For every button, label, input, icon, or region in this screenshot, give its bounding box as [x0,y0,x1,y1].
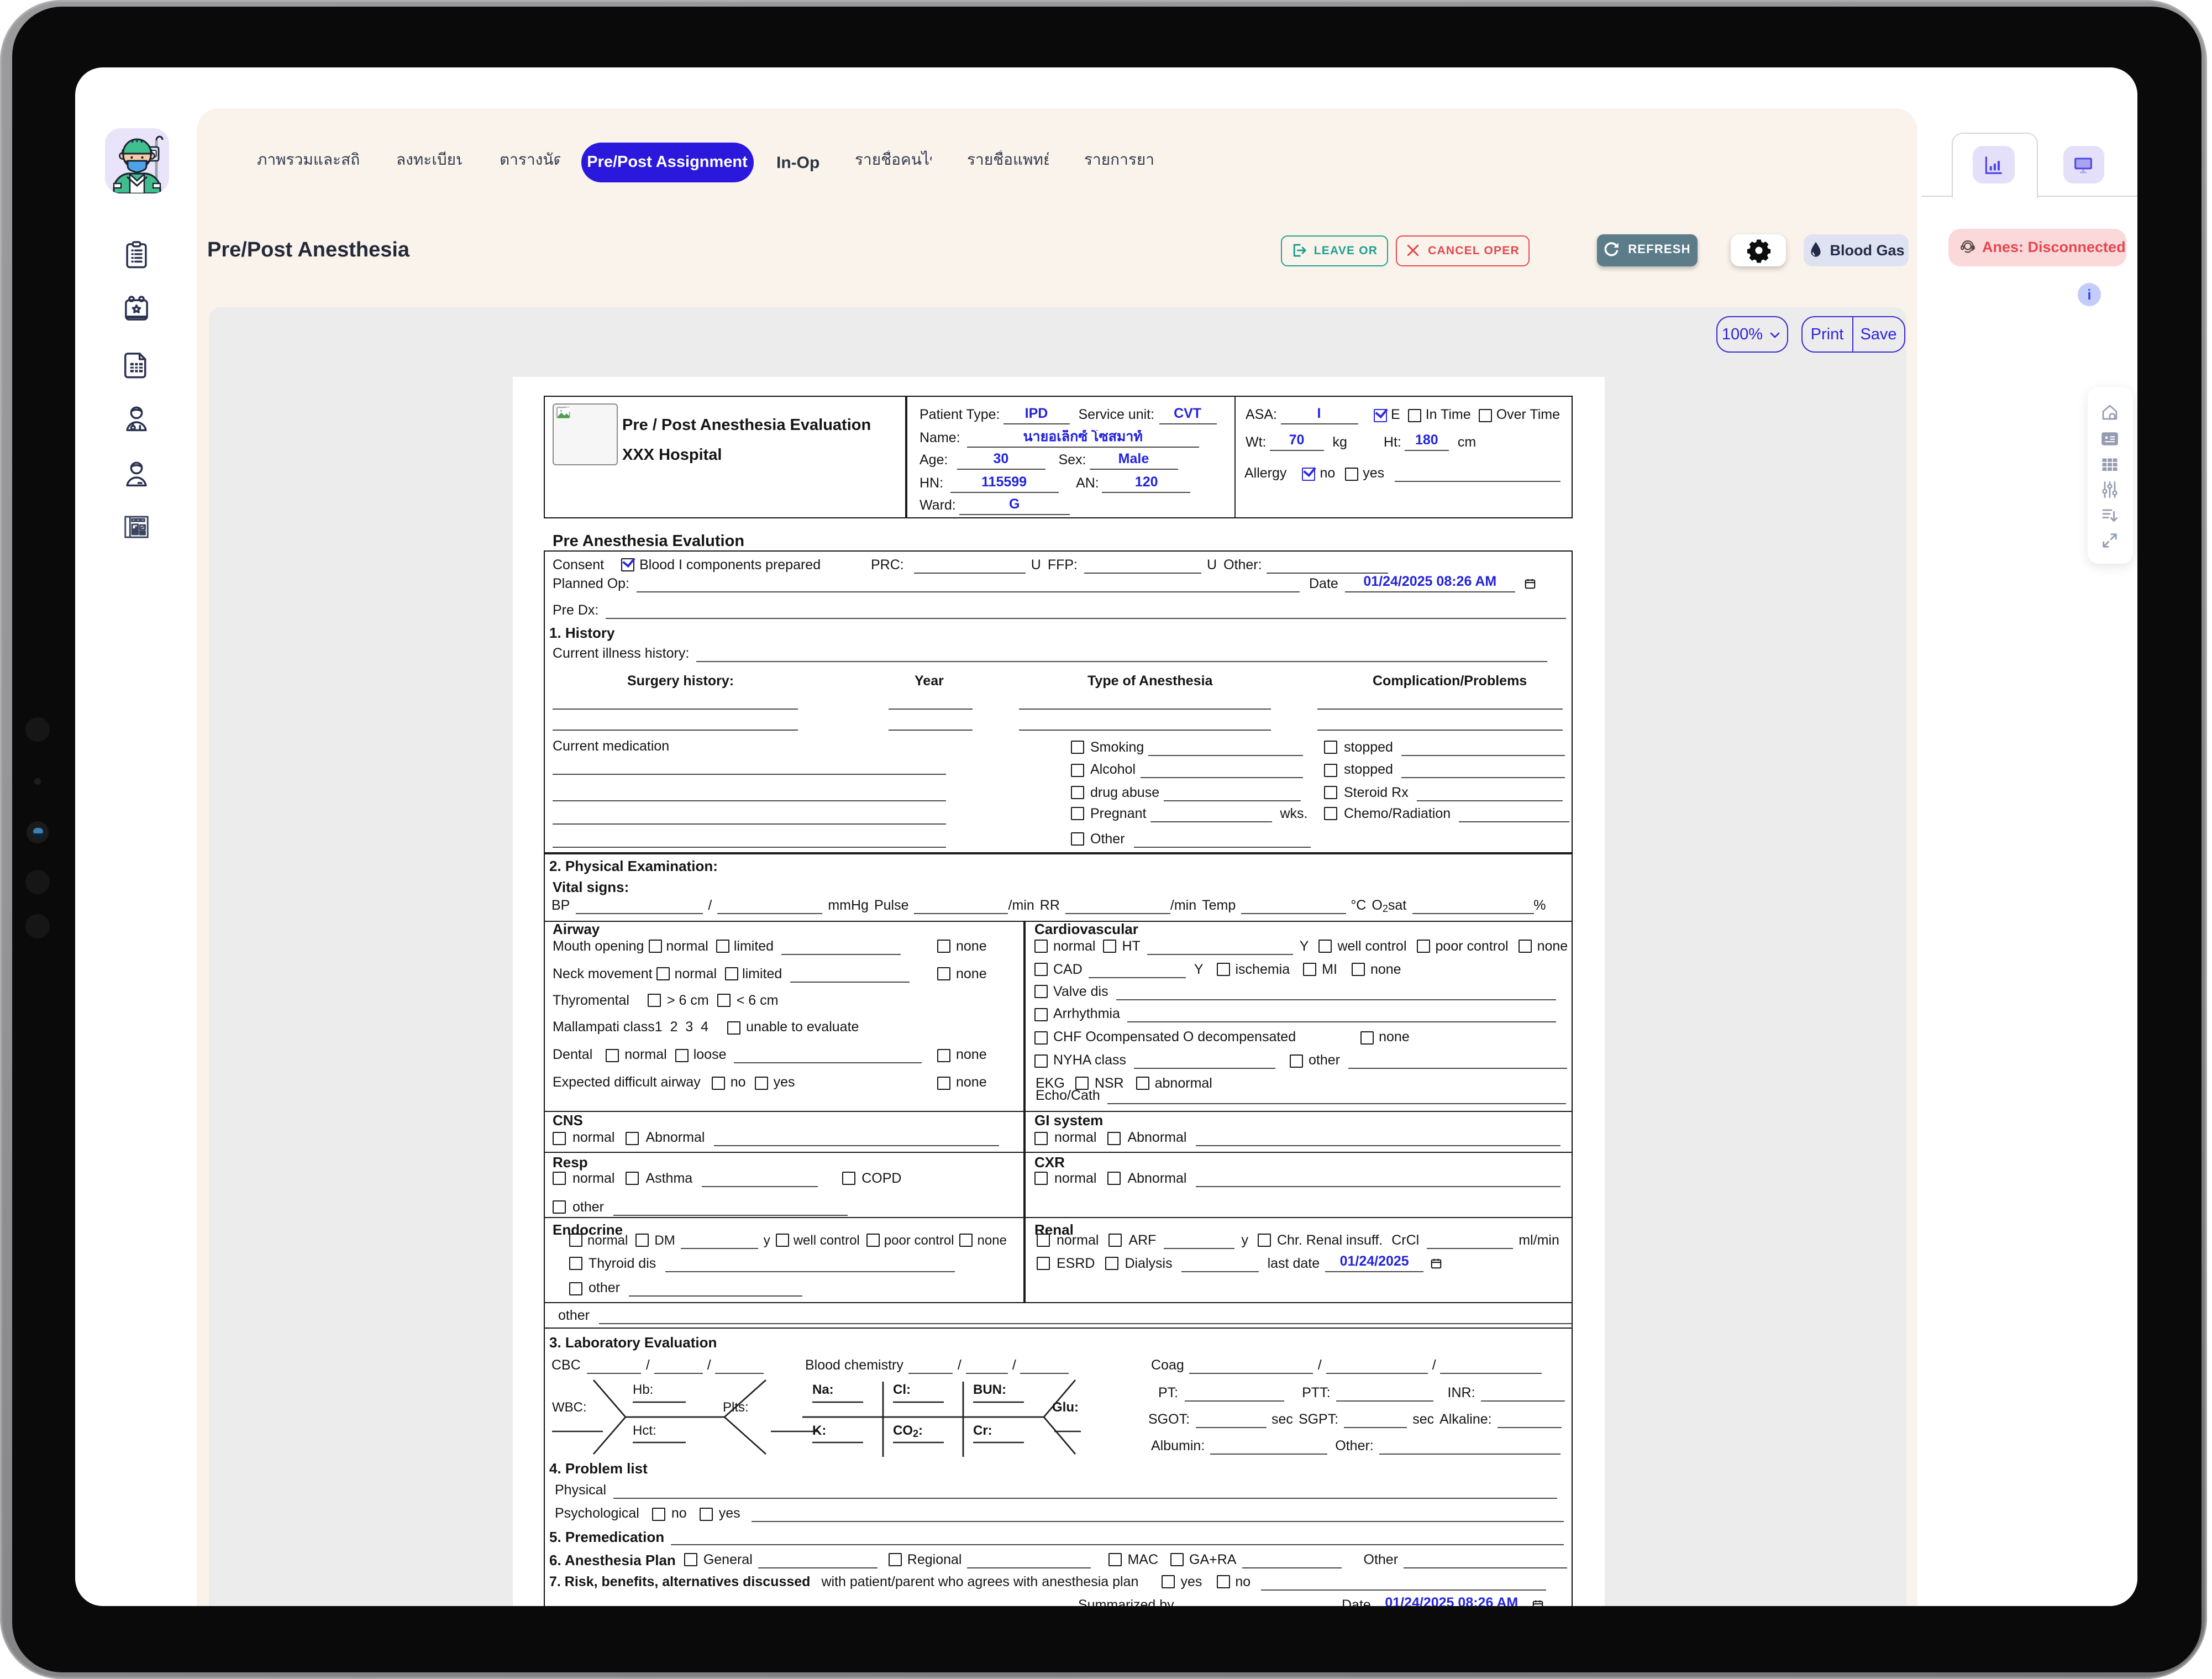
svg-text:WBC:: WBC: [551,1400,586,1415]
svg-text:Glu:: Glu: [1052,1400,1079,1415]
svg-text:Cr:: Cr: [973,1423,992,1438]
svg-text:Na:: Na: [812,1382,834,1397]
svg-text:CO2:: CO2: [893,1423,923,1439]
svg-text:Plts:: Plts: [722,1400,748,1415]
svg-text:Hb:: Hb: [632,1382,653,1397]
svg-text:Cl:: Cl: [893,1382,911,1397]
svg-text:Hct:: Hct: [632,1423,656,1438]
svg-text:K:: K: [812,1423,826,1438]
svg-text:BUN:: BUN: [973,1382,1006,1397]
